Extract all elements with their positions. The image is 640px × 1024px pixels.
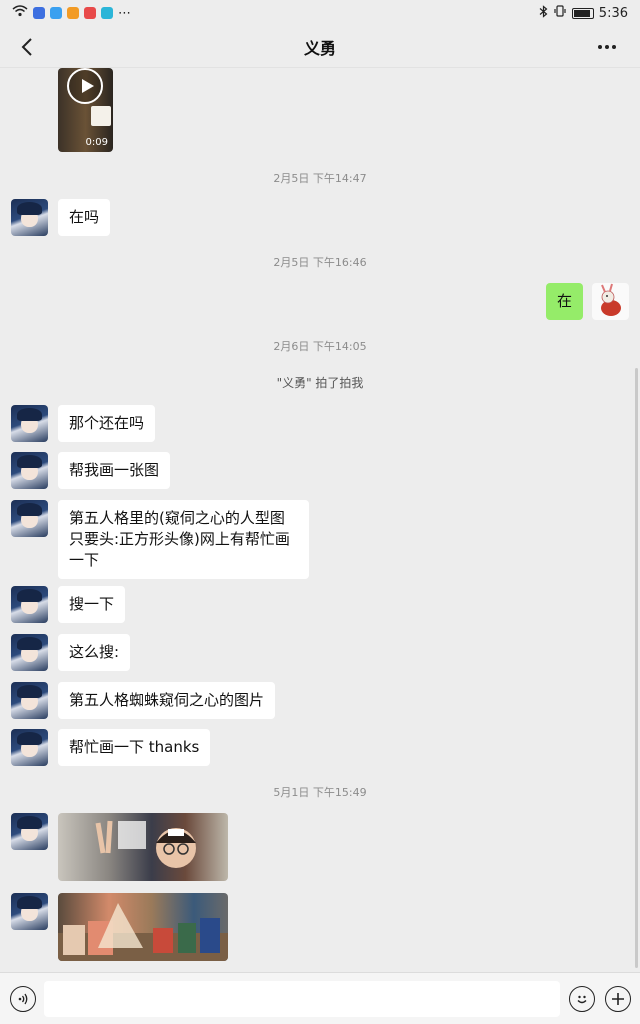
avatar[interactable] xyxy=(11,813,48,850)
system-notice: "义勇" 拍了拍我 xyxy=(276,376,364,390)
avatar[interactable] xyxy=(11,893,48,930)
app-icon-orange xyxy=(67,7,79,19)
video-sticker xyxy=(91,106,111,126)
voice-icon xyxy=(18,993,28,1005)
back-button[interactable] xyxy=(14,34,40,60)
video-message[interactable]: 0:09 xyxy=(58,68,113,152)
image-message[interactable] xyxy=(58,893,228,961)
plus-icon xyxy=(612,993,624,1005)
more-options-button[interactable] xyxy=(592,34,622,60)
vibrate-icon xyxy=(553,5,567,21)
chat-title: 义勇 xyxy=(303,38,336,58)
timestamp: 2月5日 下午16:46 xyxy=(273,256,367,269)
avatar[interactable] xyxy=(11,405,48,442)
avatar[interactable] xyxy=(11,586,48,623)
voice-button[interactable] xyxy=(10,986,36,1012)
status-bar: ⋯ 5:36 xyxy=(0,0,640,26)
photo-girl-image xyxy=(95,820,196,868)
message-line: 一下 xyxy=(69,551,100,569)
image-message[interactable] xyxy=(58,813,228,881)
video-duration: 0:09 xyxy=(85,137,108,148)
message-bubble[interactable]: 这么搜: xyxy=(58,634,131,671)
message-bubble[interactable]: 在吗 xyxy=(58,199,111,236)
avatar[interactable] xyxy=(11,500,48,537)
timestamp: 5月1日 下午15:49 xyxy=(273,786,367,799)
app-icon-blue xyxy=(33,7,45,19)
clock: 5:36 xyxy=(598,5,628,21)
scrollbar[interactable] xyxy=(635,368,638,968)
message-input[interactable] xyxy=(44,981,560,1017)
more-actions-button[interactable] xyxy=(605,986,631,1012)
play-icon xyxy=(67,68,103,104)
smiley-icon xyxy=(577,995,587,1004)
more-dots-icon xyxy=(598,45,616,49)
message-bubble[interactable]: 第五人格蜘蛛窥伺之心的图片 xyxy=(58,682,276,719)
message-line: 第五人格里的(窥伺之心的人型图 xyxy=(69,509,285,527)
app-icon-red xyxy=(84,7,96,19)
battery-icon xyxy=(571,7,594,19)
status-icons-right: 5:36 xyxy=(539,4,628,22)
photo-snacks-image xyxy=(58,903,228,961)
avatar[interactable] xyxy=(11,682,48,719)
message-bubble[interactable]: 帮忙画一下 thanks xyxy=(58,729,211,766)
emoji-button[interactable] xyxy=(569,986,595,1012)
message-bubble[interactable]: 帮我画一张图 xyxy=(58,452,171,489)
my-message-bubble[interactable]: 在 xyxy=(545,283,583,320)
timestamp: 2月6日 下午14:05 xyxy=(273,340,367,353)
message-list[interactable]: 0:09 2月5日 下午14:47 在吗 2月5日 下午16:46 在 2月6日… xyxy=(0,68,640,972)
input-bar xyxy=(0,972,640,1024)
timestamp: 2月5日 下午14:47 xyxy=(273,172,367,185)
my-avatar[interactable] xyxy=(592,283,629,320)
rabbit-icon xyxy=(601,283,621,316)
app-icon-cyan xyxy=(101,7,113,19)
bluetooth-icon xyxy=(539,4,548,22)
avatar[interactable] xyxy=(11,634,48,671)
app-icon-lightblue xyxy=(50,7,62,19)
wifi-icon xyxy=(12,5,28,21)
message-bubble[interactable]: 搜一下 xyxy=(58,586,126,623)
message-line: 只要头:正方形头像)网上有帮忙画 xyxy=(69,530,290,548)
message-bubble[interactable]: 那个还在吗 xyxy=(58,405,156,442)
avatar[interactable] xyxy=(11,729,48,766)
avatar[interactable] xyxy=(11,199,48,236)
message-bubble[interactable]: 第五人格里的(窥伺之心的人型图 只要头:正方形头像)网上有帮忙画 一下 xyxy=(58,500,309,579)
chat-header: 义勇 xyxy=(0,26,640,68)
status-icons-left: ⋯ xyxy=(12,5,131,21)
avatar[interactable] xyxy=(11,452,48,489)
chevron-left-icon xyxy=(21,38,32,56)
more-notifications-icon: ⋯ xyxy=(118,5,131,21)
